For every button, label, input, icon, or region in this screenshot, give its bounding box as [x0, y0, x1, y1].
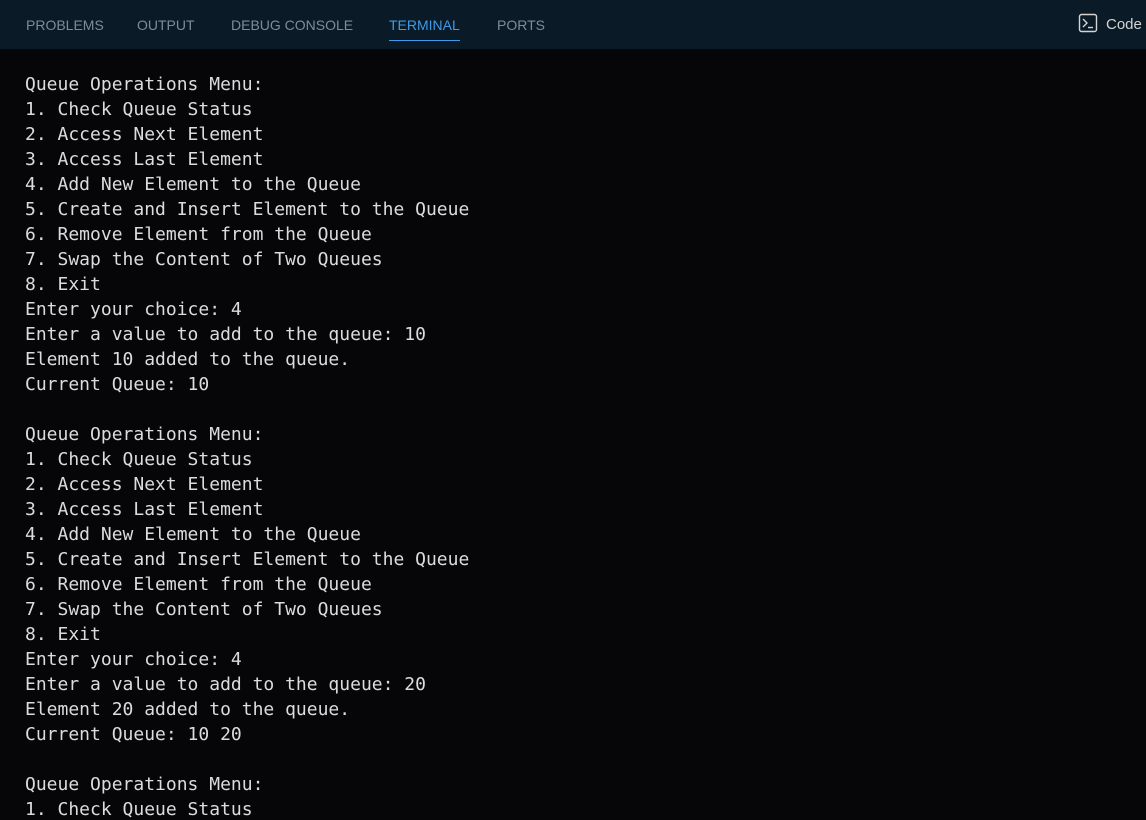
tab-ports-label: PORTS	[497, 17, 545, 33]
terminal-line: Current Queue: 10 20	[25, 724, 242, 745]
terminal-line: Element 20 added to the queue.	[25, 699, 351, 720]
tab-ports[interactable]: PORTS	[497, 0, 545, 49]
terminal-line: 4. Add New Element to the Queue	[25, 524, 361, 545]
terminal-line: 4. Add New Element to the Queue	[25, 174, 361, 195]
terminal-line: Enter a value to add to the queue: 20	[25, 674, 426, 695]
terminal-line: Queue Operations Menu:	[25, 424, 264, 445]
terminal-line: Element 10 added to the queue.	[25, 349, 351, 370]
terminal-line: 1. Check Queue Status	[25, 449, 253, 470]
terminal-output[interactable]: Queue Operations Menu: 1. Check Queue Sta…	[25, 72, 1135, 820]
terminal-line: 7. Swap the Content of Two Queues	[25, 249, 383, 270]
terminal-line: 5. Create and Insert Element to the Queu…	[25, 199, 470, 220]
terminal-line: Enter a value to add to the queue: 10	[25, 324, 426, 345]
terminal-line: Current Queue: 10	[25, 374, 210, 395]
tab-terminal-label: TERMINAL	[389, 17, 460, 33]
terminal-line: 3. Access Last Element	[25, 499, 264, 520]
tab-debug-console-label: DEBUG CONSOLE	[231, 17, 354, 33]
terminal-line: 5. Create and Insert Element to the Queu…	[25, 549, 470, 570]
tab-debug-console[interactable]: DEBUG CONSOLE	[231, 0, 353, 49]
terminal-line: Queue Operations Menu:	[25, 774, 264, 795]
terminal-line: Enter your choice: 4	[25, 299, 242, 320]
terminal-line: 1. Check Queue Status	[25, 99, 253, 120]
terminal-icon	[1078, 13, 1106, 37]
terminal-line: 7. Swap the Content of Two Queues	[25, 599, 383, 620]
terminal-line: 2. Access Next Element	[25, 124, 264, 145]
tab-problems-label: PROBLEMS	[26, 17, 104, 33]
panel-tabbar: PROBLEMS OUTPUT DEBUG CONSOLE TERMINAL P…	[0, 0, 1146, 49]
terminal-line: 6. Remove Element from the Queue	[25, 224, 372, 245]
terminal-line: Enter your choice: 4	[25, 649, 242, 670]
terminal-line: 1. Check Queue Status	[25, 799, 253, 820]
terminal-line: 6. Remove Element from the Queue	[25, 574, 372, 595]
terminal-line: 2. Access Next Element	[25, 474, 264, 495]
tab-problems[interactable]: PROBLEMS	[26, 0, 104, 49]
terminal-line: 8. Exit	[25, 274, 101, 295]
terminal-instance-label: Code	[1106, 16, 1142, 33]
tab-output-label: OUTPUT	[137, 17, 195, 33]
terminal-line: Queue Operations Menu:	[25, 74, 264, 95]
terminal-line: 3. Access Last Element	[25, 149, 264, 170]
active-tab-indicator	[389, 40, 460, 41]
tab-output[interactable]: OUTPUT	[137, 0, 195, 49]
terminal-instance-button[interactable]: Code	[1078, 0, 1142, 49]
terminal-line: 8. Exit	[25, 624, 101, 645]
tab-terminal[interactable]: TERMINAL	[389, 0, 460, 49]
